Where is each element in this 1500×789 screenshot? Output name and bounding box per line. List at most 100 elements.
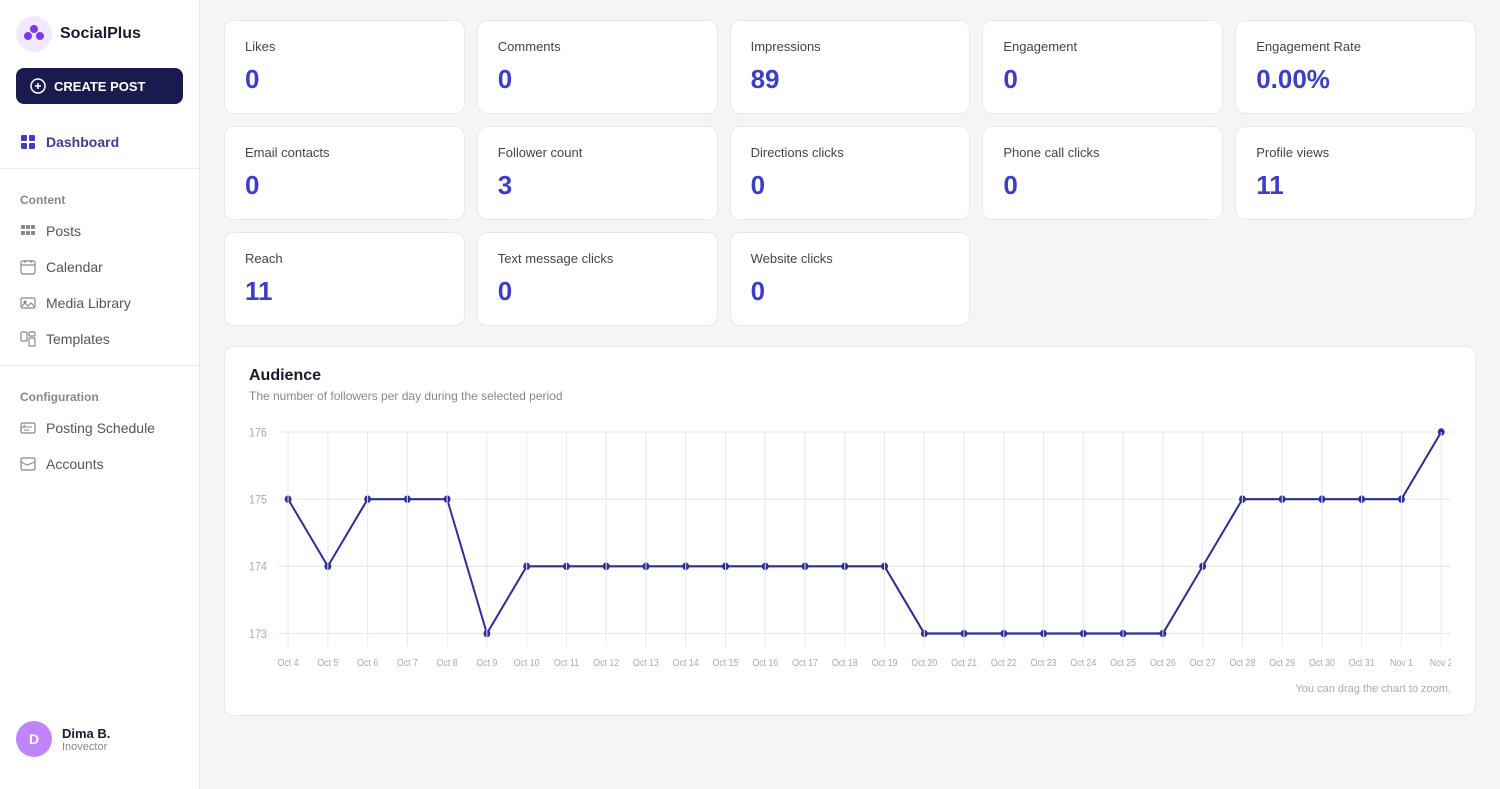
chart-xlabel-18: Oct 22 [991,658,1017,669]
user-info: Dima B. Inovector [62,726,110,753]
chart-xlabel-2: Oct 6 [357,658,378,669]
stat-card-reach: Reach 11 [224,232,465,326]
audience-chart[interactable]: 176 175 174 173 Oct 4Oct 5Oct 6Oct 7Oct … [249,419,1451,679]
dashboard-icon [20,134,36,150]
sidebar-item-templates[interactable]: Templates [0,321,199,357]
sidebar-item-accounts[interactable]: Accounts [0,446,199,482]
accounts-label: Accounts [46,456,104,472]
create-post-button[interactable]: CREATE POST [16,68,183,104]
stats-row-2: Email contacts 0 Follower count 3 Direct… [224,126,1476,220]
stat-value-text_message_clicks: 0 [498,276,697,307]
posts-icon [20,223,36,239]
stat-card-comments: Comments 0 [477,20,718,114]
stat-label-reach: Reach [245,251,444,266]
y-label-173: 173 [249,628,267,641]
audience-section: Audience The number of followers per day… [224,346,1476,716]
templates-icon [20,331,36,347]
stat-card-follower_count: Follower count 3 [477,126,718,220]
sidebar-item-posting-schedule[interactable]: Posting Schedule [0,410,199,446]
stat-value-engagement: 0 [1003,64,1202,95]
chart-xlabel-25: Oct 29 [1269,658,1295,669]
chart-xlabel-15: Oct 19 [872,658,898,669]
stat-value-phone_call_clicks: 0 [1003,170,1202,201]
chart-xlabel-11: Oct 15 [713,658,739,669]
stat-card-empty1 [982,232,1223,326]
sidebar-divider-2 [0,365,199,366]
calendar-icon [20,259,36,275]
chart-line [288,432,1441,634]
chart-xlabel-26: Oct 30 [1309,658,1335,669]
stat-value-likes: 0 [245,64,444,95]
calendar-label: Calendar [46,259,103,275]
stat-label-likes: Likes [245,39,444,54]
chart-xlabel-20: Oct 24 [1070,658,1096,669]
stats-row-1: Likes 0 Comments 0 Impressions 89 Engage… [224,20,1476,114]
chart-xlabel-16: Oct 20 [911,658,937,669]
sidebar-item-dashboard[interactable]: Dashboard [0,124,199,160]
stat-card-directions_clicks: Directions clicks 0 [730,126,971,220]
chart-xlabel-0: Oct 4 [278,658,299,669]
stat-value-impressions: 89 [751,64,950,95]
posts-label: Posts [46,223,81,239]
chart-xlabel-3: Oct 7 [397,658,418,669]
create-post-label: CREATE POST [54,79,146,94]
stat-card-email_contacts: Email contacts 0 [224,126,465,220]
chart-xlabel-7: Oct 11 [554,658,579,669]
posting-schedule-label: Posting Schedule [46,420,155,436]
chart-xlabel-21: Oct 25 [1110,658,1136,669]
chart-xlabel-19: Oct 23 [1031,658,1057,669]
stat-label-website_clicks: Website clicks [751,251,950,266]
avatar: D [16,721,52,757]
chart-xlabel-24: Oct 28 [1229,658,1255,669]
stat-card-website_clicks: Website clicks 0 [730,232,971,326]
chart-dots [285,428,1445,637]
chart-xlabel-29: Nov 2 [1430,658,1451,669]
stats-row-3: Reach 11 Text message clicks 0 Website c… [224,232,1476,326]
chart-xlabel-14: Oct 18 [832,658,858,669]
main-content: Likes 0 Comments 0 Impressions 89 Engage… [200,0,1500,789]
media-library-label: Media Library [46,295,131,311]
user-profile-area: D Dima B. Inovector [0,705,199,773]
y-label-176: 176 [249,427,267,440]
stat-card-empty2 [1235,232,1476,326]
chart-xlabel-6: Oct 10 [514,658,540,669]
stat-label-engagement_rate: Engagement Rate [1256,39,1455,54]
chart-xlabel-9: Oct 13 [633,658,659,669]
chart-xlabel-1: Oct 5 [317,658,338,669]
chart-xlabel-27: Oct 31 [1349,658,1375,669]
chart-xlabel-23: Oct 27 [1190,658,1216,669]
stat-label-profile_views: Profile views [1256,145,1455,160]
chart-x-labels: Oct 4Oct 5Oct 6Oct 7Oct 8Oct 9Oct 10Oct … [278,432,1451,668]
stat-value-profile_views: 11 [1256,170,1455,201]
media-library-icon [20,295,36,311]
stat-label-email_contacts: Email contacts [245,145,444,160]
chart-xlabel-8: Oct 12 [593,658,619,669]
stat-value-engagement_rate: 0.00% [1256,64,1455,95]
sidebar-divider-1 [0,168,199,169]
sidebar-item-posts[interactable]: Posts [0,213,199,249]
chart-svg: 176 175 174 173 Oct 4Oct 5Oct 6Oct 7Oct … [249,419,1451,679]
user-name: Dima B. [62,726,110,741]
stat-card-impressions: Impressions 89 [730,20,971,114]
logo-area: SocialPlus [0,16,199,68]
y-label-175: 175 [249,494,267,507]
content-section-label: Content [0,177,199,213]
posting-schedule-icon [20,420,36,436]
logo-icon [16,16,52,52]
stat-card-text_message_clicks: Text message clicks 0 [477,232,718,326]
stat-label-comments: Comments [498,39,697,54]
stat-card-profile_views: Profile views 11 [1235,126,1476,220]
accounts-icon [20,456,36,472]
stat-value-reach: 11 [245,276,444,307]
stat-label-engagement: Engagement [1003,39,1202,54]
sidebar-item-media-library[interactable]: Media Library [0,285,199,321]
sidebar-item-calendar[interactable]: Calendar [0,249,199,285]
stat-label-follower_count: Follower count [498,145,697,160]
stat-value-directions_clicks: 0 [751,170,950,201]
stat-value-comments: 0 [498,64,697,95]
sidebar: SocialPlus CREATE POST Dashboard Content [0,0,200,789]
stat-value-email_contacts: 0 [245,170,444,201]
config-section-label: Configuration [0,374,199,410]
chart-xlabel-22: Oct 26 [1150,658,1176,669]
stat-value-website_clicks: 0 [751,276,950,307]
